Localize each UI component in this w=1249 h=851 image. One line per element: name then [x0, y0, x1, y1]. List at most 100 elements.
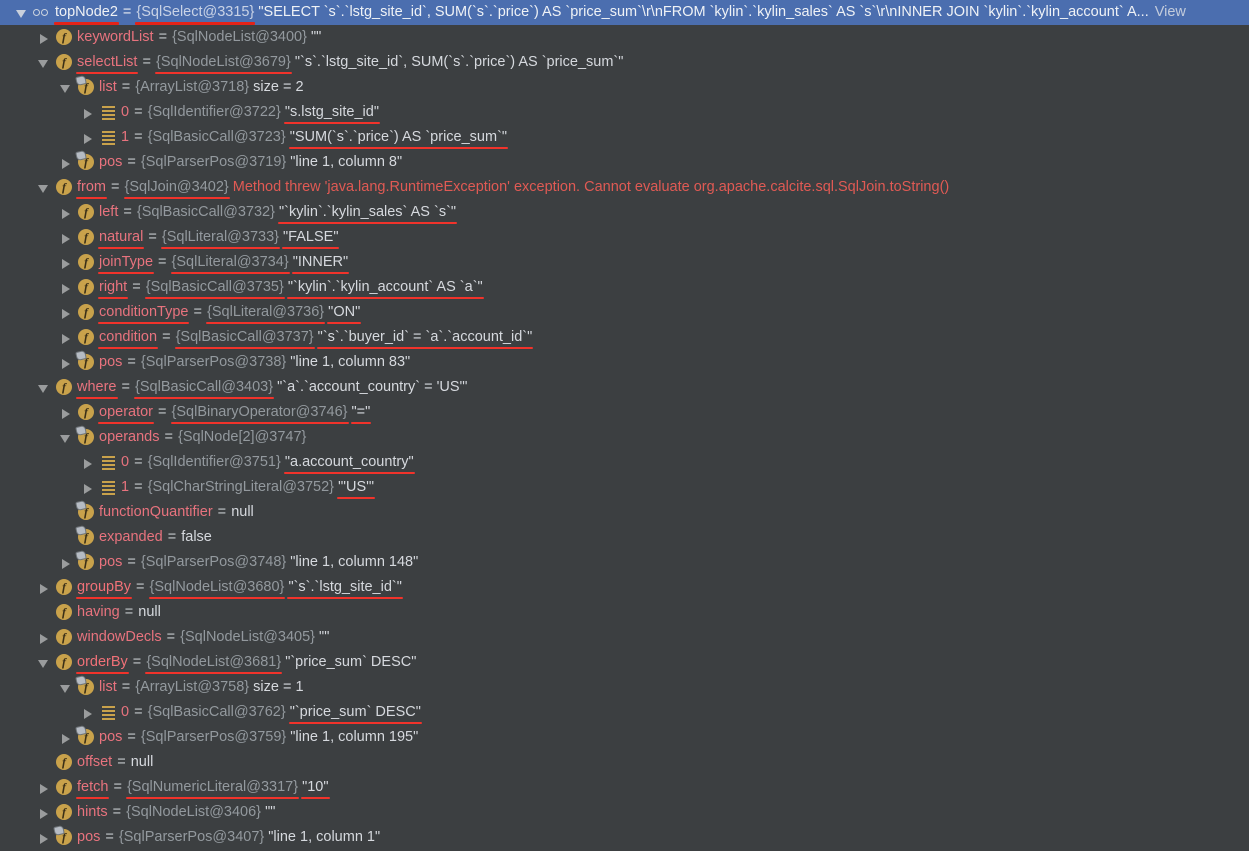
expand-arrow-icon[interactable] — [80, 125, 98, 150]
expand-arrow-icon[interactable] — [36, 825, 54, 850]
tree-row[interactable]: keywordList = {SqlNodeList@3400} "" — [0, 25, 1249, 50]
equals-sign: = — [128, 279, 145, 295]
equals-sign: = — [154, 404, 171, 420]
tree-row[interactable]: right = {SqlBasicCall@3735} "`kylin`.`ky… — [0, 275, 1249, 300]
field-value: "`a`.`account_country` = 'US'" — [277, 379, 468, 395]
expand-arrow-icon[interactable] — [36, 800, 54, 825]
tree-row[interactable]: 1 = {SqlBasicCall@3723} "SUM(`s`.`price`… — [0, 125, 1249, 150]
tree-row[interactable]: natural = {SqlLiteral@3733} "FALSE" — [0, 225, 1249, 250]
view-value-link[interactable]: View — [1155, 4, 1186, 20]
tree-row[interactable]: conditionType = {SqlLiteral@3736} "ON" — [0, 300, 1249, 325]
field-name: pos — [99, 154, 123, 170]
annotation-underline: {SqlNodeList@3681} — [145, 650, 283, 675]
field-icon — [76, 250, 96, 275]
tree-row-label: windowDecls = {SqlNodeList@3405} "" — [77, 625, 329, 650]
tree-row[interactable]: functionQuantifier = null — [0, 500, 1249, 525]
tree-row[interactable]: selectList = {SqlNodeList@3679} "`s`.`ls… — [0, 50, 1249, 75]
expand-arrow-icon[interactable] — [58, 250, 76, 275]
tree-row[interactable]: list = {ArrayList@3718} size = 2 — [0, 75, 1249, 100]
expand-arrow-icon[interactable] — [36, 775, 54, 800]
field-value: "`s`.`lstg_site_id`" — [288, 579, 402, 595]
field-type: {SqlLiteral@3733} — [161, 229, 279, 245]
annotation-underline: {SqlLiteral@3733} — [160, 225, 281, 250]
tree-row[interactable]: pos = {SqlParserPos@3719} "line 1, colum… — [0, 150, 1249, 175]
field-name: from — [76, 175, 107, 200]
expand-arrow-icon[interactable] — [58, 300, 76, 325]
annotation-underline: {SqlJoin@3402} — [123, 175, 230, 200]
tree-row[interactable]: 0 = {SqlBasicCall@3762} "`price_sum` DES… — [0, 700, 1249, 725]
field-name: operator — [97, 400, 155, 425]
expand-arrow-icon[interactable] — [58, 550, 76, 575]
collapse-arrow-icon[interactable] — [36, 175, 54, 200]
expand-arrow-icon[interactable] — [36, 25, 54, 50]
tree-row[interactable]: pos = {SqlParserPos@3738} "line 1, colum… — [0, 350, 1249, 375]
field-type: {SqlParserPos@3407} — [118, 829, 265, 845]
expand-arrow-icon[interactable] — [58, 725, 76, 750]
collapse-arrow-icon[interactable] — [36, 50, 54, 75]
tree-row[interactable]: hints = {SqlNodeList@3406} "" — [0, 800, 1249, 825]
tree-row[interactable]: offset = null — [0, 750, 1249, 775]
tree-row[interactable]: expanded = false — [0, 525, 1249, 550]
tree-row[interactable]: operator = {SqlBinaryOperator@3746} "=" — [0, 400, 1249, 425]
tree-row-label: list = {ArrayList@3758} size = 1 — [99, 675, 304, 700]
field-type: {SqlNodeList@3405} — [180, 629, 316, 645]
tree-row[interactable]: orderBy = {SqlNodeList@3681} "`price_sum… — [0, 650, 1249, 675]
debugger-variables-tree[interactable]: topNode2 = {SqlSelect@3315} "SELECT `s`.… — [0, 0, 1249, 851]
equals-sign: = — [118, 4, 136, 20]
collapse-arrow-icon[interactable] — [58, 425, 76, 450]
tree-row[interactable]: pos = {SqlParserPos@3759} "line 1, colum… — [0, 725, 1249, 750]
collapse-arrow-icon[interactable] — [58, 675, 76, 700]
expand-arrow-icon[interactable] — [80, 475, 98, 500]
field-type: {SqlBasicCall@3735} — [145, 279, 284, 295]
field-value: "line 1, column 195" — [290, 729, 419, 745]
collapse-arrow-icon[interactable] — [58, 75, 76, 100]
collapse-arrow-icon[interactable] — [36, 650, 54, 675]
tree-row[interactable]: groupBy = {SqlNodeList@3680} "`s`.`lstg_… — [0, 575, 1249, 600]
expand-arrow-icon[interactable] — [80, 700, 98, 725]
expand-arrow-icon[interactable] — [36, 625, 54, 650]
field-type: {SqlNode[2]@3747} — [178, 429, 307, 445]
expand-arrow-icon[interactable] — [58, 275, 76, 300]
expand-arrow-icon[interactable] — [58, 350, 76, 375]
tree-row[interactable]: 0 = {SqlIdentifier@3751} "a.account_coun… — [0, 450, 1249, 475]
field-name: 1 — [121, 129, 130, 145]
equals-sign: = — [154, 254, 171, 270]
tree-row[interactable]: operands = {SqlNode[2]@3747} — [0, 425, 1249, 450]
field-icon — [76, 300, 96, 325]
expand-arrow-icon[interactable] — [58, 150, 76, 175]
tree-row[interactable]: where = {SqlBasicCall@3403} "`a`.`accoun… — [0, 375, 1249, 400]
tree-row[interactable]: joinType = {SqlLiteral@3734} "INNER" — [0, 250, 1249, 275]
tree-row[interactable]: pos = {SqlParserPos@3748} "line 1, colum… — [0, 550, 1249, 575]
expand-arrow-icon[interactable] — [58, 400, 76, 425]
expand-arrow-icon[interactable] — [80, 450, 98, 475]
tree-row-label: from = {SqlJoin@3402} Method threw 'java… — [76, 175, 949, 200]
tree-row[interactable]: 1 = {SqlCharStringLiteral@3752} "'US'" — [0, 475, 1249, 500]
tree-row[interactable]: topNode2 = {SqlSelect@3315} "SELECT `s`.… — [0, 0, 1249, 25]
field-value: "SUM(`s`.`price`) AS `price_sum`" — [289, 129, 508, 145]
field-value: "`kylin`.`kylin_sales` AS `s`" — [278, 204, 457, 220]
expand-arrow-icon[interactable] — [58, 200, 76, 225]
tree-row[interactable]: left = {SqlBasicCall@3732} "`kylin`.`kyl… — [0, 200, 1249, 225]
expand-arrow-icon[interactable] — [58, 325, 76, 350]
field-type: {SqlBasicCall@3737} — [175, 329, 314, 345]
field-type: {SqlIdentifier@3751} — [147, 454, 281, 470]
tree-row[interactable]: pos = {SqlParserPos@3407} "line 1, colum… — [0, 825, 1249, 850]
collapse-arrow-icon[interactable] — [14, 0, 32, 25]
tree-row[interactable]: windowDecls = {SqlNodeList@3405} "" — [0, 625, 1249, 650]
tree-row[interactable]: list = {ArrayList@3758} size = 1 — [0, 675, 1249, 700]
field-name: where — [76, 375, 117, 400]
collapse-arrow-icon[interactable] — [36, 375, 54, 400]
tree-row[interactable]: condition = {SqlBasicCall@3737} "`s`.`bu… — [0, 325, 1249, 350]
annotation-underline: {SqlLiteral@3734} — [170, 250, 290, 275]
tree-row[interactable]: from = {SqlJoin@3402} Method threw 'java… — [0, 175, 1249, 200]
field-icon — [54, 25, 74, 50]
tree-row-label: orderBy = {SqlNodeList@3681} "`price_sum… — [76, 650, 416, 675]
field-value: "" — [310, 29, 322, 45]
tree-row[interactable]: 0 = {SqlIdentifier@3722} "s.lstg_site_id… — [0, 100, 1249, 125]
expand-arrow-icon[interactable] — [58, 225, 76, 250]
expand-arrow-icon[interactable] — [80, 100, 98, 125]
expand-arrow-icon[interactable] — [36, 575, 54, 600]
tree-row-label: offset = null — [77, 750, 153, 775]
tree-row[interactable]: having = null — [0, 600, 1249, 625]
tree-row[interactable]: fetch = {SqlNumericLiteral@3317} "10" — [0, 775, 1249, 800]
